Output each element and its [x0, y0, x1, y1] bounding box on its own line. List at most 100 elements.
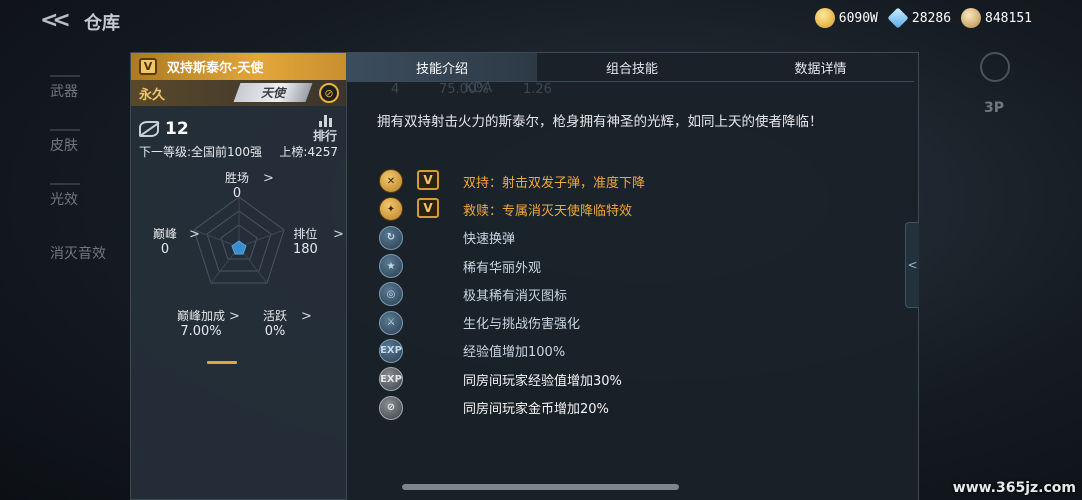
category-label: 武器	[50, 84, 78, 100]
duration-label: 永久	[139, 87, 166, 103]
feature-item: EXP 经验值增加100%	[379, 337, 565, 365]
feature-item: ⊘ 同房间玩家金币增加20%	[379, 393, 609, 421]
chevron-right-icon[interactable]: >	[189, 227, 200, 242]
detail-panel: KDA 4 75.00% 1.26 技能介绍 组合技能 数据详情 拥有双持射击火…	[347, 52, 919, 500]
rare-skin-icon: ★	[379, 254, 403, 279]
tab-bar: 技能介绍 组合技能 数据详情	[347, 53, 914, 82]
tab-label: 技能介绍	[415, 61, 468, 77]
weapon-icon	[50, 61, 80, 77]
room-gold-icon: ⊘	[379, 395, 403, 420]
feature-item: EXP 同房间玩家经验值增加30%	[379, 365, 622, 393]
exp-boost-icon: EXP	[379, 338, 403, 363]
fast-reload-icon: ↻	[379, 225, 403, 250]
currency-gold-value: 6090W	[838, 10, 878, 26]
tab-data-details[interactable]: 数据详情	[727, 53, 914, 81]
stat-wins-label: 胜场	[225, 171, 250, 185]
next-level-text: 下一等级:全国前100强	[139, 145, 262, 159]
stat-peak-label: 巅峰	[153, 227, 178, 241]
leaderboard-button[interactable]: 排行	[312, 115, 338, 143]
currency-bar: 6090W 28286 848151	[814, 7, 1032, 29]
tab-label: 数据详情	[794, 61, 847, 77]
currency-coin-value: 848151	[985, 10, 1032, 26]
stats-radar: 胜场 0 > 排位 180 > 巅峰 0 > 巅峰加成 7.00% > 活跃 0…	[131, 163, 348, 343]
stat-active[interactable]: 活跃 0%	[263, 309, 287, 339]
category-weapons[interactable]: 武器	[0, 45, 130, 100]
weapon-card-subheader: 永久 天使 ⊘	[131, 80, 346, 106]
category-label: 消灭音效	[50, 246, 106, 262]
skin-icon	[50, 115, 80, 131]
chevron-right-icon[interactable]: >	[263, 171, 274, 186]
feature-text: 同房间玩家经验值增加30%	[463, 373, 622, 389]
chevron-right-icon[interactable]: >	[229, 309, 240, 324]
stat-peak[interactable]: 巅峰 0	[153, 227, 177, 257]
tab-label: 组合技能	[605, 61, 658, 77]
weapon-card-header: V 双持斯泰尔-天使	[131, 53, 346, 80]
coin-icon	[961, 8, 982, 28]
feature-text: 生化与挑战伤害强化	[463, 317, 581, 333]
leaderboard-icon	[312, 115, 338, 127]
feature-item: ★ 稀有华丽外观	[379, 252, 541, 280]
chevron-left-icon: <	[907, 258, 918, 272]
page-indicator	[207, 361, 237, 364]
weapon-description: 拥有双持射击火力的斯泰尔，枪身拥有神圣的光辉，如同上天的使者降临！	[377, 114, 823, 130]
horizontal-scrollbar[interactable]	[402, 484, 679, 490]
gold-icon	[814, 8, 835, 28]
currency-diamond[interactable]: 28286	[887, 7, 951, 29]
page-title: 仓库	[84, 13, 120, 34]
back-button[interactable]: <<	[40, 8, 71, 33]
watermark: www.365jz.com	[952, 480, 1076, 496]
ghost-value: 1.26	[523, 82, 552, 97]
medal-icon[interactable]: ⊘	[319, 83, 339, 103]
effect-icon	[50, 169, 80, 185]
chevron-right-icon[interactable]: >	[301, 309, 312, 324]
stat-active-label: 活跃	[263, 309, 288, 323]
currency-gold[interactable]: 6090W	[814, 8, 878, 28]
stat-peak-bonus-label: 巅峰加成	[177, 309, 226, 323]
category-label: 光效	[50, 192, 78, 208]
radar-value-shape	[231, 240, 247, 255]
angel-tag: 天使	[233, 83, 313, 102]
view-mode-label[interactable]: 3P	[984, 100, 1004, 116]
redemption-icon: ✦	[379, 197, 403, 222]
feature-text: 双持：射击双发子弹，准度下降	[463, 175, 646, 191]
stat-rank-label: 排位	[293, 227, 318, 241]
category-effects[interactable]: 光效	[0, 153, 130, 208]
room-exp-icon: EXP	[379, 367, 403, 392]
vip-badge-icon: V	[139, 58, 157, 75]
top-bar: << 仓库 6090W 28286 848151	[0, 0, 1082, 40]
feature-item: ✦ V 救赎：专属消灭天使降临特效	[379, 195, 632, 223]
vip-badge-icon: V	[417, 198, 439, 219]
stat-rank[interactable]: 排位 180	[293, 227, 318, 257]
kill-count: 12	[139, 119, 189, 139]
currency-coin[interactable]: 848151	[961, 8, 1032, 28]
on-list-text: 上榜:4257	[279, 145, 338, 159]
feature-text: 同房间玩家金币增加20%	[463, 402, 609, 418]
category-kill-sound[interactable]: 消灭音效	[0, 207, 130, 262]
feature-item: ◎ 极其稀有消灭图标	[379, 280, 567, 308]
category-nav: 武器 皮肤 光效 消灭音效	[0, 45, 130, 262]
feature-list: ✕ V 双持：射击双发子弹，准度下降 ✦ V 救赎：专属消灭天使降临特效 ↻ 快…	[379, 167, 645, 422]
stat-peak-value: 0	[160, 242, 170, 257]
kill-icon	[139, 121, 159, 137]
diamond-icon	[887, 7, 909, 29]
stat-active-value: 0%	[264, 324, 286, 339]
leaderboard-label: 排行	[312, 129, 337, 143]
feature-text: 稀有华丽外观	[463, 260, 542, 276]
view-switch-icon[interactable]	[980, 52, 1010, 82]
tab-skill-intro[interactable]: 技能介绍	[347, 53, 537, 81]
ghost-value: 75.00%	[439, 82, 489, 97]
category-skins[interactable]: 皮肤	[0, 99, 130, 154]
feature-text: 经验值增加100%	[463, 345, 566, 361]
collapse-panel-button[interactable]: <	[905, 222, 919, 308]
feature-text: 极其稀有消灭图标	[463, 288, 568, 304]
weapon-name: 双持斯泰尔-天使	[167, 61, 264, 76]
vip-badge-icon: V	[417, 170, 439, 190]
stat-peak-bonus[interactable]: 巅峰加成 7.00%	[177, 309, 225, 339]
stat-rank-value: 180	[293, 242, 318, 257]
weapon-card: V 双持斯泰尔-天使 永久 天使 ⊘ 12 排行 下一等级:全国前100强 上榜…	[130, 52, 347, 500]
tab-combo-skills[interactable]: 组合技能	[537, 53, 727, 81]
chevron-right-icon[interactable]: >	[333, 227, 344, 242]
stat-wins[interactable]: 胜场 0	[225, 171, 249, 201]
angel-tag-label: 天使	[260, 86, 285, 100]
feature-text: 救赎：专属消灭天使降临特效	[463, 203, 633, 219]
